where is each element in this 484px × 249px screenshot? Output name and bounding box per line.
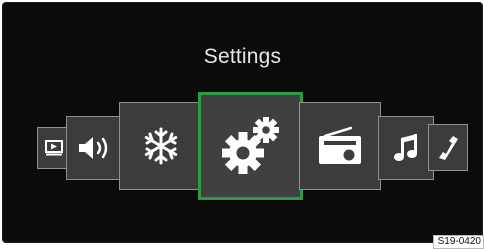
infotainment-screen: Settings (2, 2, 483, 243)
video-icon (45, 140, 63, 156)
menu-title: Settings (203, 45, 282, 68)
audio-tile[interactable] (66, 116, 122, 180)
settings-tile[interactable] (198, 92, 303, 200)
phone-tile[interactable] (428, 124, 468, 171)
volume-icon (79, 137, 108, 159)
radio-tile[interactable] (299, 102, 381, 190)
music-note-icon (394, 134, 417, 161)
figure-code: S19-0420 (432, 235, 484, 249)
gears-icon (221, 117, 279, 174)
media-tile[interactable] (378, 116, 434, 180)
snowflake-icon (144, 127, 178, 165)
climate-tile[interactable] (119, 102, 203, 190)
phone-icon (439, 135, 458, 160)
radio-icon (319, 126, 361, 164)
